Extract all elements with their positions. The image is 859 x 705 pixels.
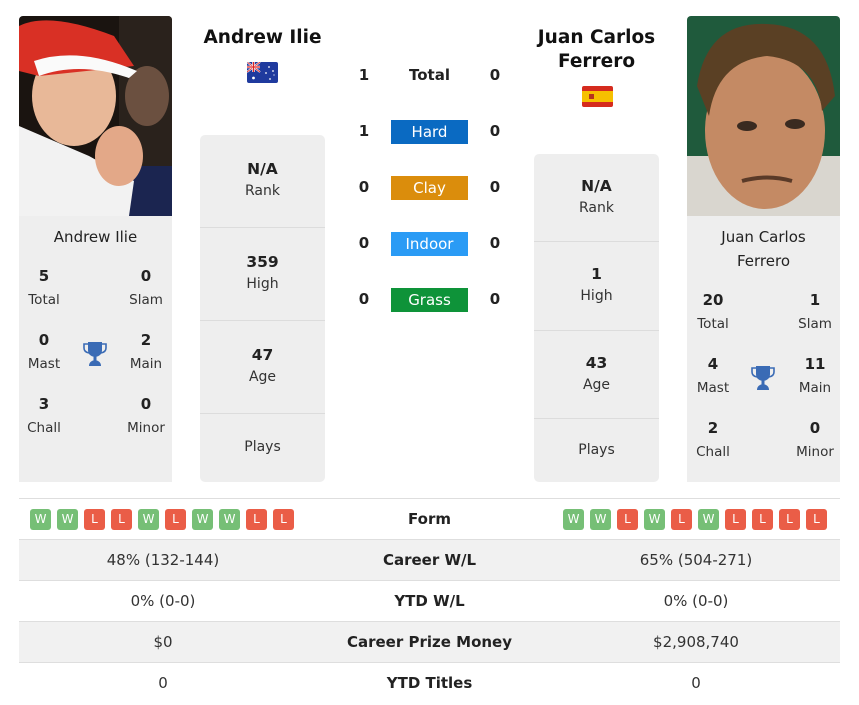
stat-plays: Plays bbox=[200, 413, 325, 482]
stat-age: 43 Age bbox=[534, 330, 659, 419]
surface-indoor-badge[interactable]: Indoor bbox=[391, 232, 468, 256]
form-loss-badge[interactable]: L bbox=[752, 508, 773, 530]
spain-flag-icon bbox=[582, 86, 613, 107]
player-photo-right bbox=[687, 16, 840, 216]
form-win-badge[interactable]: W bbox=[644, 508, 665, 530]
form-win-badge[interactable]: W bbox=[590, 508, 611, 530]
surface-clay-badge[interactable]: Clay bbox=[391, 176, 468, 200]
surface-hard-badge[interactable]: Hard bbox=[391, 120, 468, 144]
form-win-badge[interactable]: W bbox=[192, 508, 213, 530]
form-loss-badge[interactable]: L bbox=[617, 508, 638, 530]
titles-slam: 1 Slam bbox=[798, 291, 832, 332]
player-stats-left: N/A Rank 359 High 47 Age Plays bbox=[200, 135, 325, 482]
h2h-total-left: 1 bbox=[358, 66, 370, 84]
player-card-name: Andrew Ilie bbox=[53, 228, 138, 246]
stat-rank: N/A Rank bbox=[579, 177, 614, 216]
form-win-badge[interactable]: W bbox=[698, 508, 719, 530]
player-photo-left bbox=[19, 16, 172, 216]
form-row: WWLLWLWWLL Form WWLWLWLLLL bbox=[19, 498, 840, 539]
h2h-grass-right: 0 bbox=[489, 290, 501, 308]
form-win-badge[interactable]: W bbox=[138, 508, 159, 530]
titles-total: 20 Total bbox=[697, 291, 729, 332]
player-summary-card-left: Andrew Ilie 5 Total 0 Slam 0 Mast 2 Main bbox=[19, 216, 172, 482]
form-win-badge[interactable]: W bbox=[219, 508, 240, 530]
form-win-badge[interactable]: W bbox=[57, 508, 78, 530]
form-loss-badge[interactable]: L bbox=[779, 508, 800, 530]
h2h-indoor-left: 0 bbox=[358, 234, 370, 252]
titles-total: 5 Total bbox=[28, 267, 60, 308]
h2h-clay-left: 0 bbox=[358, 178, 370, 196]
stat-high: 359 High bbox=[200, 227, 325, 320]
h2h-clay-right: 0 bbox=[489, 178, 501, 196]
player-stats-right: N/A Rank 1 High 43 Age Plays bbox=[534, 154, 659, 482]
form-loss-badge[interactable]: L bbox=[246, 508, 267, 530]
h2h-total-right: 0 bbox=[489, 66, 501, 84]
player-summary-card-right: Juan Carlos Ferrero 20 Total 1 Slam 4 Ma… bbox=[687, 216, 840, 482]
prize-money-left: $0 bbox=[153, 633, 173, 651]
h2h-hard-left: 1 bbox=[358, 122, 370, 140]
titles-masters: 0 Mast bbox=[27, 331, 61, 372]
player-name-left[interactable]: Andrew Ilie bbox=[190, 26, 335, 50]
form-badges-right: WWLWLWLLLL bbox=[563, 499, 833, 539]
titles-masters: 4 Mast bbox=[696, 355, 730, 396]
australia-flag-icon bbox=[247, 62, 278, 83]
form-loss-badge[interactable]: L bbox=[165, 508, 186, 530]
ytd-wl-label: YTD W/L bbox=[394, 592, 465, 610]
form-loss-badge[interactable]: L bbox=[725, 508, 746, 530]
form-win-badge[interactable]: W bbox=[563, 508, 584, 530]
titles-minor: 0 Minor bbox=[127, 395, 165, 436]
form-loss-badge[interactable]: L bbox=[806, 508, 827, 530]
stat-high: 1 High bbox=[534, 241, 659, 330]
trophy-icon bbox=[83, 341, 107, 367]
h2h-hard-right: 0 bbox=[489, 122, 501, 140]
career-wl-label: Career W/L bbox=[382, 551, 477, 569]
titles-challenger: 2 Chall bbox=[696, 419, 730, 460]
stat-age: 47 Age bbox=[200, 320, 325, 413]
titles-main: 11 Main bbox=[798, 355, 832, 396]
form-loss-badge[interactable]: L bbox=[273, 508, 294, 530]
ytd-titles-row: 0 YTD Titles 0 bbox=[19, 662, 840, 703]
ytd-titles-label: YTD Titles bbox=[386, 674, 473, 692]
h2h-grass-left: 0 bbox=[358, 290, 370, 308]
career-wl-row: 48% (132-144) Career W/L 65% (504-271) bbox=[19, 539, 840, 580]
prize-money-label: Career Prize Money bbox=[346, 633, 512, 651]
trophy-icon bbox=[751, 365, 775, 391]
player-card-name: Juan Carlos Ferrero bbox=[721, 228, 806, 270]
form-label: Form bbox=[408, 510, 451, 528]
ytd-wl-row: 0% (0-0) YTD W/L 0% (0-0) bbox=[19, 580, 840, 621]
stat-plays: Plays bbox=[534, 418, 659, 482]
player-name-right[interactable]: Juan Carlos Ferrero bbox=[524, 26, 669, 74]
titles-challenger: 3 Chall bbox=[27, 395, 61, 436]
form-win-badge[interactable]: W bbox=[30, 508, 51, 530]
titles-main: 2 Main bbox=[129, 331, 163, 372]
form-badges-left: WWLLWLWWLL bbox=[30, 499, 300, 539]
ytd-titles-left: 0 bbox=[158, 674, 168, 692]
titles-minor: 0 Minor bbox=[796, 419, 834, 460]
career-wl-right: 65% (504-271) bbox=[639, 551, 753, 569]
surface-grass-badge[interactable]: Grass bbox=[391, 288, 468, 312]
prize-money-right: $2,908,740 bbox=[653, 633, 739, 651]
h2h-total-label: Total bbox=[409, 66, 450, 84]
ytd-titles-right: 0 bbox=[691, 674, 701, 692]
form-loss-badge[interactable]: L bbox=[111, 508, 132, 530]
form-loss-badge[interactable]: L bbox=[671, 508, 692, 530]
titles-slam: 0 Slam bbox=[129, 267, 163, 308]
h2h-indoor-right: 0 bbox=[489, 234, 501, 252]
prize-money-row: $0 Career Prize Money $2,908,740 bbox=[19, 621, 840, 662]
stat-rank: N/A Rank bbox=[245, 160, 280, 199]
ytd-wl-right: 0% (0-0) bbox=[663, 592, 729, 610]
career-wl-left: 48% (132-144) bbox=[106, 551, 220, 569]
form-loss-badge[interactable]: L bbox=[84, 508, 105, 530]
ytd-wl-left: 0% (0-0) bbox=[130, 592, 196, 610]
